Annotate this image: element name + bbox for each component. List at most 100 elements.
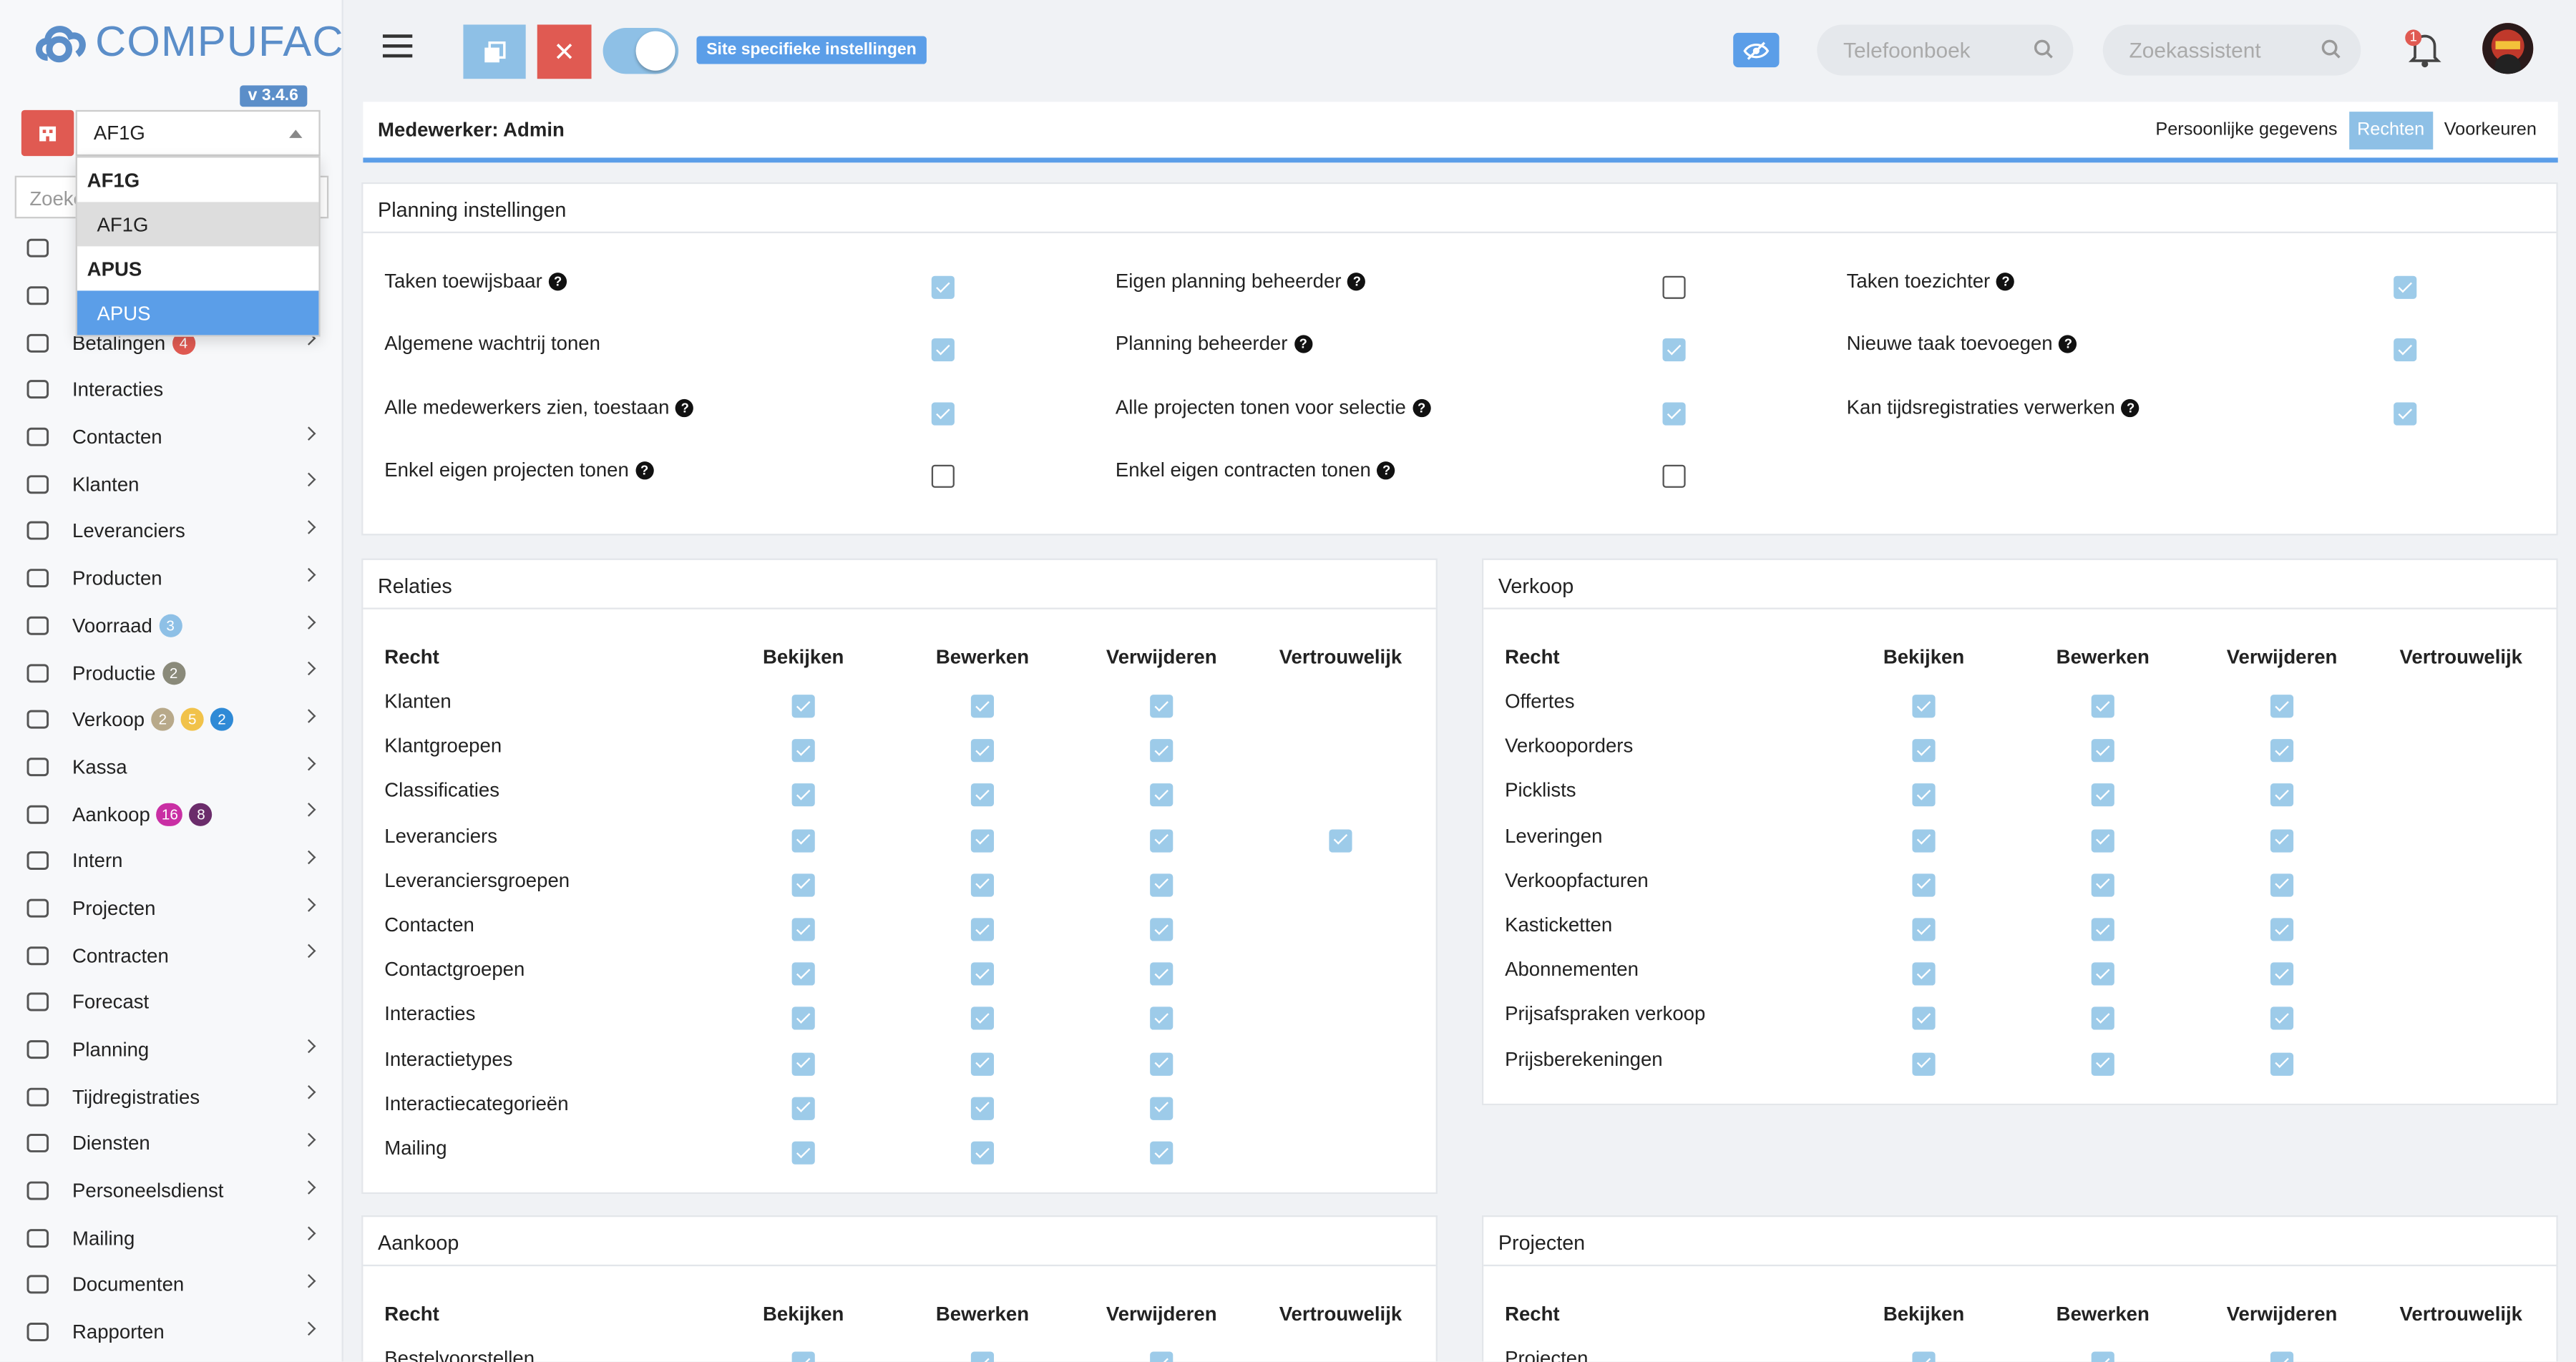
sidebar-item-planning[interactable]: Planning (0, 1026, 343, 1073)
right-checkbox[interactable] (2091, 739, 2114, 763)
sidebar-item-aankoop[interactable]: Aankoop 16 8 (0, 790, 343, 838)
right-checkbox[interactable] (1150, 1007, 1174, 1031)
sidebar-item-intern[interactable]: Intern (0, 838, 343, 885)
tab-rechten[interactable]: Rechten (2348, 112, 2433, 150)
right-checkbox[interactable] (2270, 695, 2294, 718)
right-checkbox[interactable] (2270, 918, 2294, 941)
dropdown-option[interactable]: APUS (77, 290, 319, 335)
right-checkbox[interactable] (970, 828, 995, 852)
assistant-search[interactable]: Zoekassistent (2102, 24, 2361, 76)
setting-checkbox[interactable] (2394, 338, 2417, 362)
site-select[interactable]: AF1G (75, 109, 321, 157)
site-button[interactable] (21, 109, 74, 157)
right-checkbox[interactable] (1150, 1141, 1174, 1165)
right-checkbox[interactable] (1150, 695, 1174, 718)
right-checkbox[interactable] (1912, 739, 1936, 763)
right-checkbox[interactable] (791, 1052, 815, 1075)
sidebar-item-mailing[interactable]: Mailing (0, 1215, 343, 1262)
sidebar-item-leveranciers[interactable]: Leveranciers (0, 508, 343, 555)
right-checkbox[interactable] (2091, 1351, 2114, 1362)
sidebar-item-personeelsdienst[interactable]: Personeelsdienst (0, 1167, 343, 1215)
right-checkbox[interactable] (2091, 695, 2114, 718)
right-checkbox[interactable] (970, 873, 995, 897)
right-checkbox[interactable] (1150, 962, 1174, 986)
setting-checkbox[interactable] (931, 275, 955, 299)
right-checkbox[interactable] (2091, 828, 2114, 852)
right-checkbox[interactable] (1912, 784, 1936, 808)
help-icon[interactable]: ? (1377, 461, 1396, 479)
sidebar-item-documenten[interactable]: Documenten (0, 1262, 343, 1309)
right-checkbox[interactable] (2091, 873, 2114, 897)
right-checkbox[interactable] (1150, 784, 1174, 808)
tab-persoonlijke-gegevens[interactable]: Persoonlijke gegevens (2147, 112, 2346, 150)
right-checkbox[interactable] (791, 1007, 815, 1031)
sidebar-item-rapporten[interactable]: Rapporten (0, 1308, 343, 1356)
right-checkbox[interactable] (791, 1097, 815, 1120)
right-checkbox[interactable] (1150, 1052, 1174, 1075)
right-checkbox[interactable] (2270, 1007, 2294, 1031)
help-icon[interactable]: ? (2121, 398, 2140, 417)
help-icon[interactable]: ? (1412, 398, 1431, 417)
close-button[interactable]: ✕ (537, 24, 592, 79)
right-checkbox[interactable] (1150, 918, 1174, 941)
help-icon[interactable]: ? (1996, 271, 2015, 290)
right-checkbox[interactable] (791, 1351, 815, 1362)
sidebar-item-forecast[interactable]: Forecast (0, 979, 343, 1026)
right-checkbox[interactable] (791, 784, 815, 808)
sidebar-item-voorraad[interactable]: Voorraad 3 (0, 602, 343, 649)
right-checkbox[interactable] (2091, 1007, 2114, 1031)
sidebar-item-producten[interactable]: Producten (0, 555, 343, 602)
right-checkbox[interactable] (791, 962, 815, 986)
right-checkbox[interactable] (2091, 1052, 2114, 1075)
right-checkbox[interactable] (2091, 962, 2114, 986)
right-checkbox[interactable] (1912, 962, 1936, 986)
right-checkbox[interactable] (970, 1097, 995, 1120)
right-checkbox[interactable] (2270, 739, 2294, 763)
right-checkbox[interactable] (1912, 1007, 1936, 1031)
dropdown-option[interactable]: AF1G (77, 202, 319, 247)
right-checkbox[interactable] (970, 1141, 995, 1165)
app-logo[interactable]: COMPUFACT (33, 15, 371, 67)
right-checkbox[interactable] (1150, 739, 1174, 763)
phonebook-search[interactable]: Telefoonboek (1817, 24, 2074, 76)
right-checkbox[interactable] (1150, 1351, 1174, 1362)
right-checkbox[interactable] (2270, 873, 2294, 897)
sidebar-item-verkoop[interactable]: Verkoop 2 5 2 (0, 696, 343, 743)
sidebar-item-interacties[interactable]: Interacties (0, 366, 343, 413)
right-checkbox[interactable] (791, 828, 815, 852)
right-checkbox[interactable] (2091, 784, 2114, 808)
user-avatar[interactable] (2482, 23, 2534, 74)
setting-checkbox[interactable] (1662, 338, 1686, 362)
sidebar-item-tijdregistraties[interactable]: Tijdregistraties (0, 1073, 343, 1120)
right-checkbox[interactable] (2270, 1052, 2294, 1075)
site-settings-toggle[interactable] (602, 28, 679, 74)
right-checkbox[interactable] (970, 918, 995, 941)
copy-button[interactable] (463, 24, 526, 79)
setting-checkbox[interactable] (931, 402, 955, 426)
sidebar-item-projecten[interactable]: Projecten (0, 885, 343, 932)
right-checkbox[interactable] (2270, 784, 2294, 808)
sidebar-item-productie[interactable]: Productie 2 (0, 649, 343, 696)
right-checkbox[interactable] (791, 739, 815, 763)
right-checkbox[interactable] (2091, 918, 2114, 941)
right-checkbox[interactable] (1150, 828, 1174, 852)
sidebar-item-diensten[interactable]: Diensten (0, 1120, 343, 1167)
right-checkbox[interactable] (970, 784, 995, 808)
sidebar-item-kassa[interactable]: Kassa (0, 743, 343, 790)
setting-checkbox[interactable] (931, 338, 955, 362)
right-checkbox[interactable] (791, 918, 815, 941)
right-checkbox[interactable] (970, 962, 995, 986)
right-checkbox[interactable] (791, 695, 815, 718)
setting-checkbox[interactable] (1662, 464, 1686, 488)
sidebar-item-contracten[interactable]: Contracten (0, 932, 343, 979)
right-checkbox[interactable] (1329, 828, 1352, 852)
help-icon[interactable]: ? (635, 461, 654, 479)
setting-checkbox[interactable] (1662, 275, 1686, 299)
right-checkbox[interactable] (1912, 918, 1936, 941)
right-checkbox[interactable] (970, 1351, 995, 1362)
help-icon[interactable]: ? (1347, 271, 1366, 290)
right-checkbox[interactable] (1912, 828, 1936, 852)
sidebar-item-klanten[interactable]: Klanten (0, 461, 343, 508)
right-checkbox[interactable] (970, 739, 995, 763)
right-checkbox[interactable] (1150, 873, 1174, 897)
